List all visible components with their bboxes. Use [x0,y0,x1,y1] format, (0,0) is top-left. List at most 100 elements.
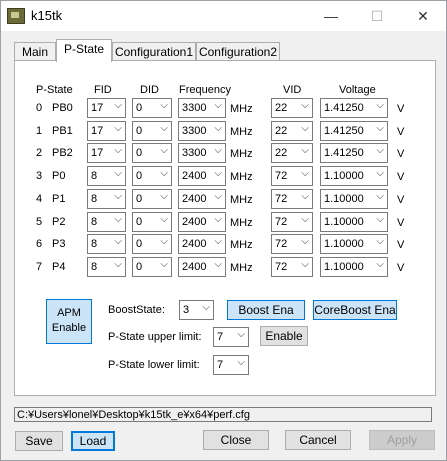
chevron-down-icon: ⌵ [160,214,168,225]
voltage-select[interactable]: 1.41250 ⌵ [320,121,388,141]
volt-unit-label: V [397,148,405,160]
did-select[interactable]: 0 ⌵ [132,98,172,118]
vid-select-value: 72 [275,193,288,205]
coreboost-ena-button[interactable]: CoreBoost Ena [313,300,397,320]
p-state-name: PB2 [52,147,73,159]
voltage-select-value: 1.10000 [324,216,364,228]
did-select[interactable]: 0 ⌵ [132,257,172,277]
fid-select[interactable]: 17 ⌵ [87,121,126,141]
chevron-down-icon: ⌵ [301,145,309,156]
config-path-field[interactable]: C:¥Users¥lonel¥Desktop¥k15tk_e¥x64¥perf.… [14,407,432,422]
voltage-select[interactable]: 1.41250 ⌵ [320,143,388,163]
mhz-unit-label: MHz [230,171,253,183]
p-state-name: PB0 [52,102,73,114]
vid-select[interactable]: 72 ⌵ [271,234,313,254]
enable-button[interactable]: Enable [260,326,308,346]
frequency-select[interactable]: 2400 ⌵ [178,189,226,209]
p-state-index: 0 [36,102,43,114]
tab-configuration2[interactable]: Configuration2 [196,42,280,61]
did-select[interactable]: 0 ⌵ [132,234,172,254]
frequency-select[interactable]: 3300 ⌵ [178,98,226,118]
fid-select-value: 8 [91,193,98,205]
frequency-select[interactable]: 2400 ⌵ [178,166,226,186]
volt-unit-label: V [397,171,405,183]
chevron-down-icon: ⌵ [376,123,384,134]
p-state-index: 5 [36,216,43,228]
vid-select[interactable]: 72 ⌵ [271,189,313,209]
vid-select[interactable]: 72 ⌵ [271,166,313,186]
chevron-down-icon: ⌵ [301,236,309,247]
frequency-select[interactable]: 3300 ⌵ [178,143,226,163]
fid-select[interactable]: 17 ⌵ [87,98,126,118]
header-voltage: Voltage [339,84,376,96]
frequency-select[interactable]: 3300 ⌵ [178,121,226,141]
tab-p-state[interactable]: P-State [56,39,112,62]
did-select-value: 0 [136,102,143,114]
fid-select-value: 8 [91,238,98,250]
app-icon [7,8,25,24]
fid-select[interactable]: 8 ⌵ [87,257,126,277]
p-state-name: P4 [52,261,66,273]
chevron-down-icon: ⌵ [214,145,222,156]
frequency-select-value: 3300 [182,102,207,114]
did-select[interactable]: 0 ⌵ [132,212,172,232]
save-button[interactable]: Save [15,431,63,451]
upper-limit-value: 7 [217,331,224,343]
p-state-name: P2 [52,216,66,228]
minimize-button[interactable]: — [308,1,354,31]
vid-select[interactable]: 72 ⌵ [271,212,313,232]
did-select[interactable]: 0 ⌵ [132,189,172,209]
apm-label-line2: Enable [51,322,87,334]
apm-enable-button[interactable]: APM Enable [46,299,92,344]
voltage-select[interactable]: 1.10000 ⌵ [320,212,388,232]
voltage-select[interactable]: 1.10000 ⌵ [320,166,388,186]
vid-select[interactable]: 72 ⌵ [271,257,313,277]
voltage-select[interactable]: 1.10000 ⌵ [320,257,388,277]
maximize-button[interactable]: ☐ [354,1,400,31]
tab-main[interactable]: Main [14,42,56,61]
vid-select[interactable]: 22 ⌵ [271,121,313,141]
did-select[interactable]: 0 ⌵ [132,166,172,186]
boost-state-select[interactable]: 3 ⌵ [179,300,214,320]
tab-configuration1[interactable]: Configuration1 [112,42,196,61]
fid-select[interactable]: 8 ⌵ [87,189,126,209]
frequency-select[interactable]: 2400 ⌵ [178,257,226,277]
vid-select[interactable]: 22 ⌵ [271,98,313,118]
chevron-down-icon: ⌵ [114,236,122,247]
fid-select[interactable]: 8 ⌵ [87,166,126,186]
p-state-name: P3 [52,238,66,250]
frequency-select[interactable]: 2400 ⌵ [178,212,226,232]
mhz-unit-label: MHz [230,126,253,138]
vid-select[interactable]: 22 ⌵ [271,143,313,163]
volt-unit-label: V [397,262,405,274]
vid-select-value: 72 [275,170,288,182]
chevron-down-icon: ⌵ [376,191,384,202]
chevron-down-icon: ⌵ [214,100,222,111]
boost-ena-button[interactable]: Boost Ena [227,300,305,320]
fid-select[interactable]: 17 ⌵ [87,143,126,163]
apm-label-line1: APM [57,307,81,319]
lower-limit-select[interactable]: 7 ⌵ [213,355,249,375]
voltage-select[interactable]: 1.10000 ⌵ [320,189,388,209]
voltage-select[interactable]: 1.10000 ⌵ [320,234,388,254]
apply-button[interactable]: Apply [369,430,435,450]
fid-select[interactable]: 8 ⌵ [87,234,126,254]
load-button[interactable]: Load [71,431,115,451]
frequency-select[interactable]: 2400 ⌵ [178,234,226,254]
fid-select[interactable]: 8 ⌵ [87,212,126,232]
chevron-down-icon: ⌵ [237,329,245,340]
chevron-down-icon: ⌵ [202,302,210,313]
did-select[interactable]: 0 ⌵ [132,121,172,141]
voltage-select[interactable]: 1.41250 ⌵ [320,98,388,118]
upper-limit-select[interactable]: 7 ⌵ [213,327,249,347]
did-select[interactable]: 0 ⌵ [132,143,172,163]
chevron-down-icon: ⌵ [376,168,384,179]
p-state-index: 4 [36,193,43,205]
chevron-down-icon: ⌵ [376,100,384,111]
close-window-button[interactable]: ✕ [400,1,446,31]
cancel-button[interactable]: Cancel [285,430,351,450]
voltage-select-value: 1.10000 [324,170,364,182]
header-p-state: P-State [36,84,73,96]
close-button[interactable]: Close [203,430,269,450]
chevron-down-icon: ⌵ [114,214,122,225]
